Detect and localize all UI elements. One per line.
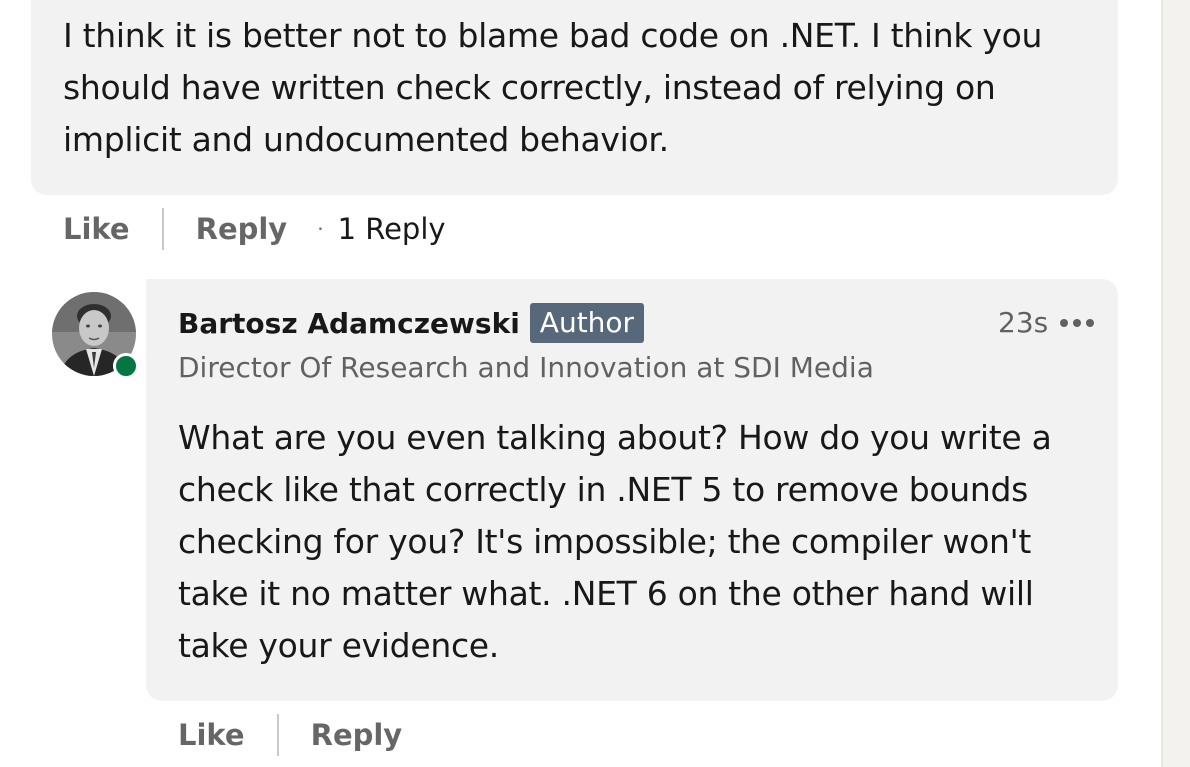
- reply-count-link[interactable]: 1 Reply: [338, 212, 446, 246]
- more-horizontal-icon[interactable]: [1056, 306, 1098, 340]
- author-line: Bartosz Adamczewski Author: [178, 303, 645, 343]
- reply-actions: Like Reply: [178, 713, 402, 757]
- separator-dot: ·: [317, 217, 324, 241]
- right-rail: [1161, 0, 1190, 767]
- author-headline: Director Of Research and Innovation at S…: [178, 351, 874, 384]
- author-avatar[interactable]: [52, 292, 139, 379]
- author-name-link[interactable]: Bartosz Adamczewski: [178, 307, 520, 340]
- like-button[interactable]: Like: [178, 718, 245, 752]
- action-divider: [276, 714, 279, 756]
- reply-text: What are you even talking about? How do …: [178, 418, 1052, 665]
- comment-text: I think it is better not to blame bad co…: [63, 16, 1043, 159]
- action-divider: [161, 208, 164, 250]
- reply-button[interactable]: Reply: [311, 718, 403, 752]
- online-status-indicator: [113, 353, 139, 379]
- comment-actions: Like Reply · 1 Reply: [63, 207, 446, 251]
- like-button[interactable]: Like: [63, 212, 130, 246]
- comments-thread: I think it is better not to blame bad co…: [0, 0, 1190, 767]
- author-badge: Author: [529, 303, 645, 343]
- comment-timestamp: 23s: [998, 306, 1049, 339]
- reply-button[interactable]: Reply: [196, 212, 288, 246]
